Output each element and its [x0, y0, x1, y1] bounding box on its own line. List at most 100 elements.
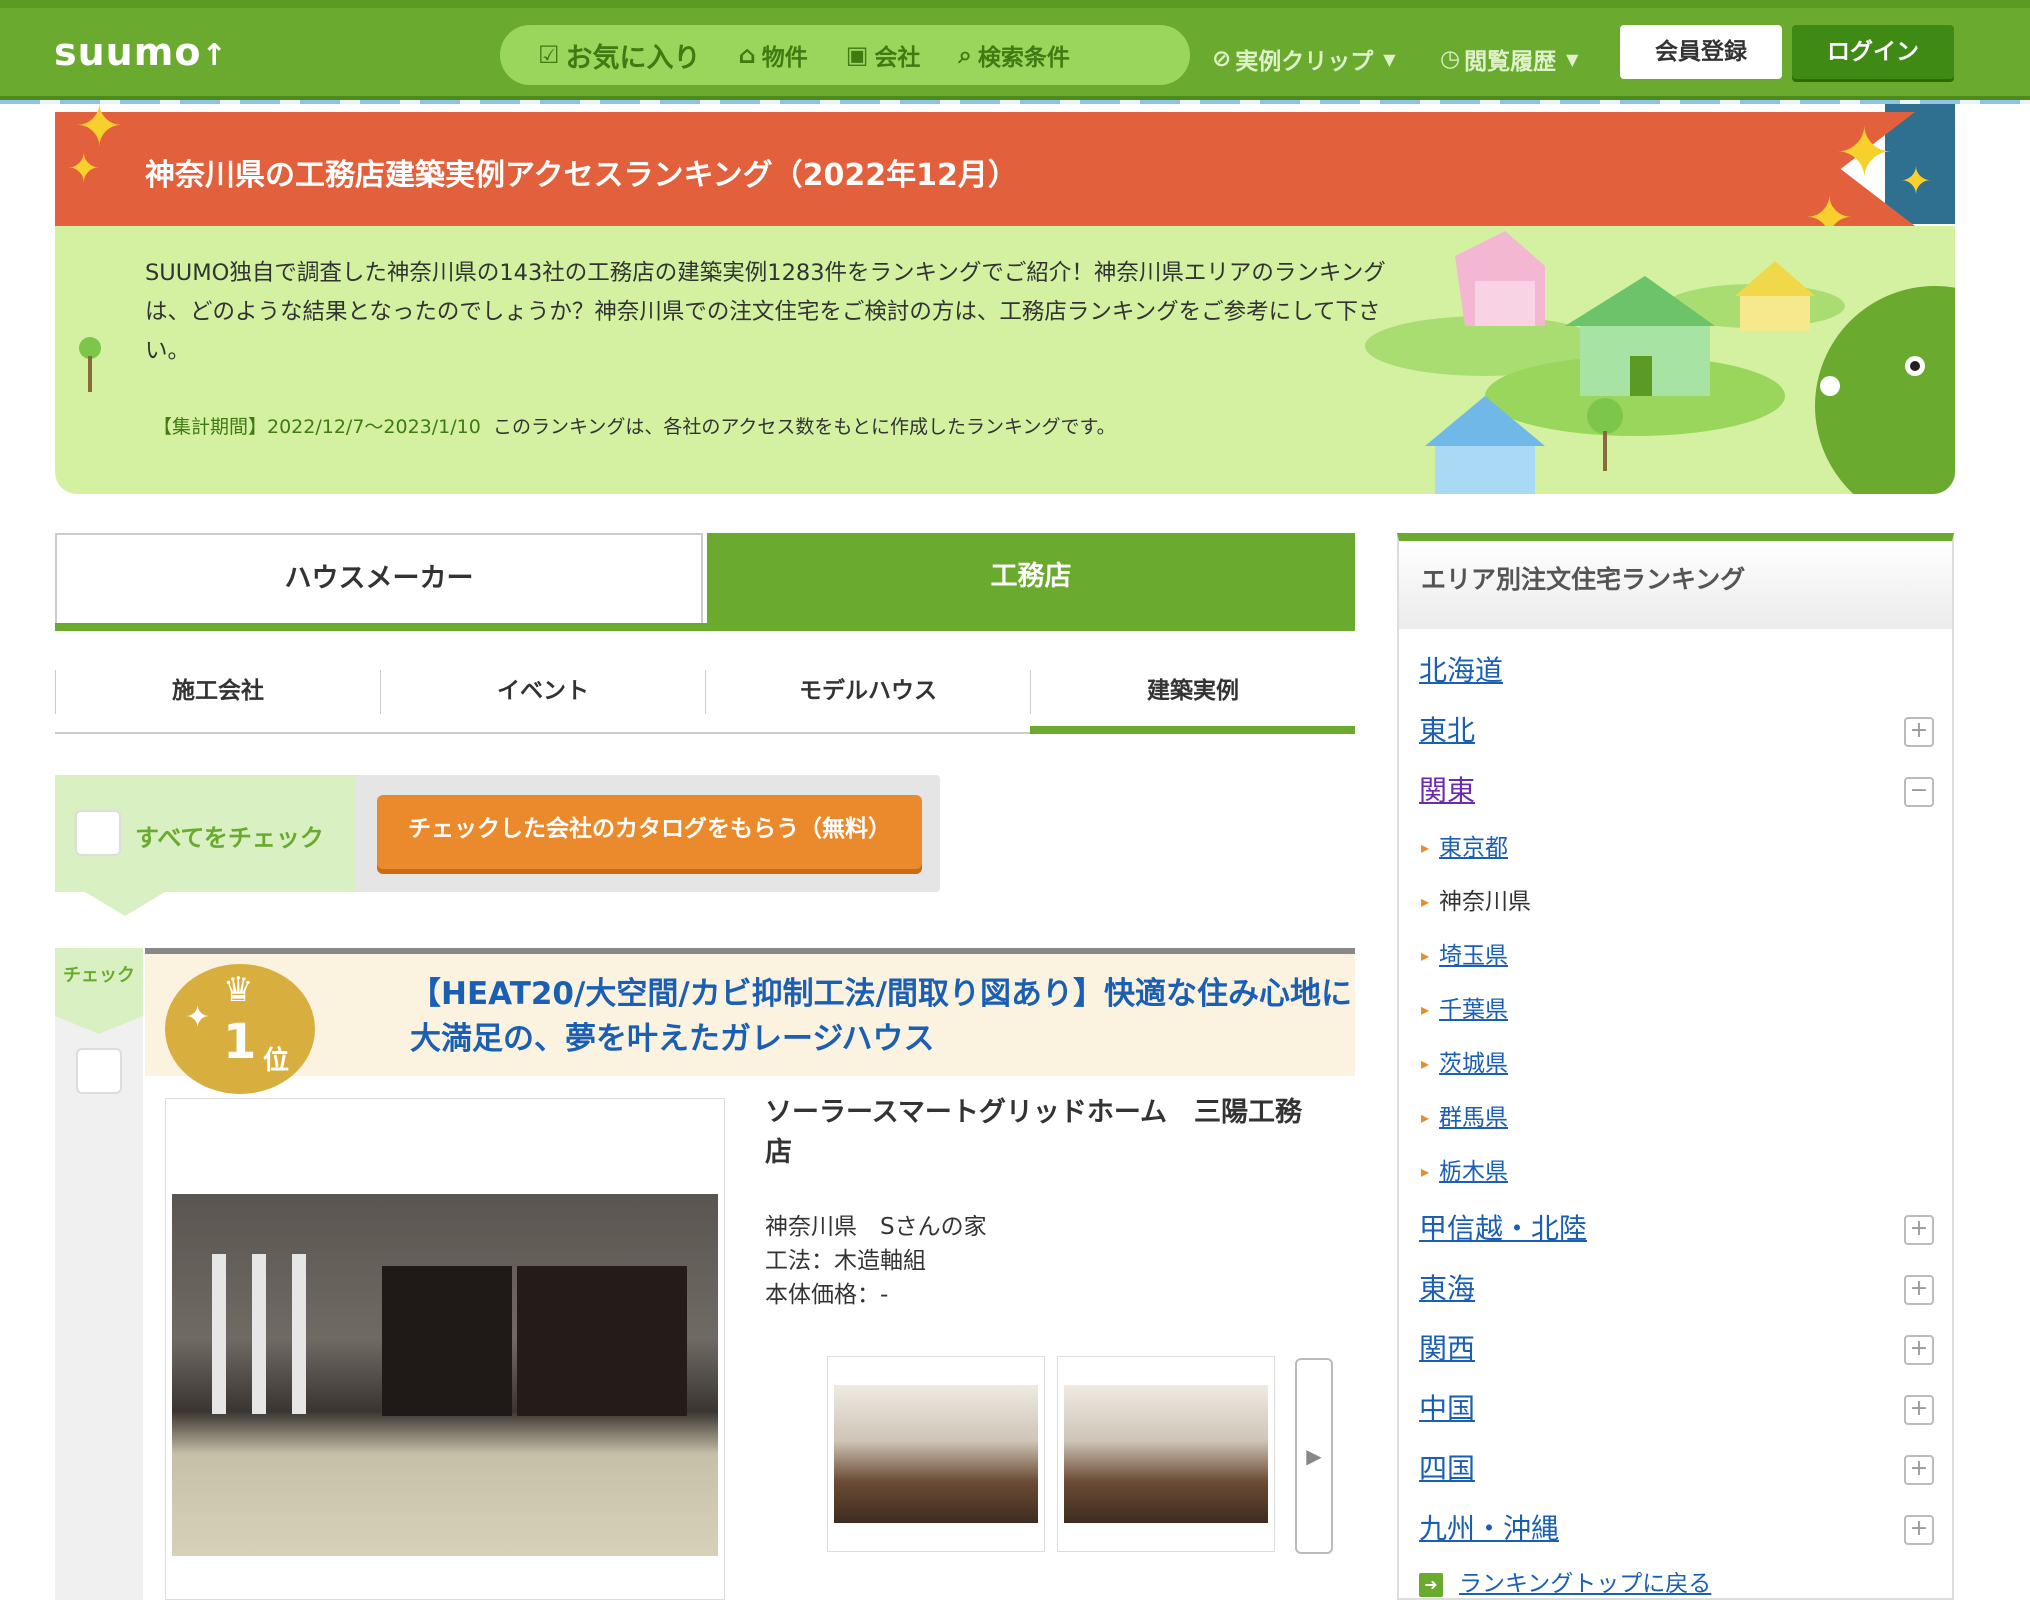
suumo-logo[interactable]: suumo↑: [54, 30, 228, 74]
briefcase-icon: ▣: [845, 41, 869, 69]
rank-suffix: 位: [263, 1046, 290, 1076]
nav-favorites[interactable]: ☑ お気に入り: [538, 36, 701, 75]
nav-search-conditions[interactable]: ⌕ 検索条件: [958, 38, 1069, 72]
example-method: 工法：木造軸組: [765, 1248, 926, 1274]
clip-icon: ⊘: [1212, 46, 1232, 72]
window-shape: [252, 1254, 266, 1414]
thumbnail-image: [1064, 1385, 1268, 1523]
expand-icon[interactable]: +: [1904, 1395, 1934, 1425]
collapse-icon[interactable]: −: [1904, 777, 1934, 807]
login-button[interactable]: ログイン: [1792, 25, 1954, 79]
nav-company[interactable]: ▣ 会社: [846, 38, 921, 72]
request-catalog-button[interactable]: チェックした会社のカタログをもらう（無料）: [377, 795, 922, 869]
tab-house-maker[interactable]: ハウスメーカー: [55, 533, 703, 627]
pref-link-saitama[interactable]: 埼玉県: [1399, 929, 1952, 983]
example-clip-menu[interactable]: ⊘ 実例クリップ ▼: [1212, 42, 1396, 76]
region-link-koshinetsu-hokuriku[interactable]: 甲信越・北陸 +: [1399, 1199, 1952, 1259]
chevron-down-icon: ▼: [1566, 49, 1579, 69]
sub-tabs: 施工会社 イベント モデルハウス 建築実例: [55, 668, 1355, 734]
example-location: 神奈川県 Sさんの家: [765, 1214, 987, 1240]
sparkle-icon: ✦: [1835, 112, 1894, 194]
pref-link-tokyo[interactable]: 東京都: [1399, 821, 1952, 875]
sparkle-icon: ✦: [185, 1000, 211, 1035]
history-menu[interactable]: ◷ 閲覧履歴 ▼: [1440, 42, 1578, 76]
region-link-kansai[interactable]: 関西 +: [1399, 1319, 1952, 1379]
expand-icon[interactable]: +: [1904, 1335, 1934, 1365]
region-link-hokkaido[interactable]: 北海道: [1399, 641, 1952, 701]
main-nav: ☑ お気に入り ⌂ 物件 ▣ 会社 ⌕ 検索条件: [500, 25, 1190, 85]
pref-current-kanagawa: 神奈川県: [1399, 875, 1952, 929]
house-icon: ⌂: [738, 41, 756, 69]
site-header: suumo↑ ☑ お気に入り ⌂ 物件 ▣ 会社 ⌕ 検索条件 ⊘ 実例クリップ ▼ ◷ 閲覧…: [0, 0, 2030, 100]
region-link-chugoku[interactable]: 中国 +: [1399, 1379, 1952, 1439]
category-tabs: ハウスメーカー 工務店: [55, 533, 1355, 631]
aggregation-period: 【集計期間】2022/12/7〜2023/1/10 このランキングは、各社のアク…: [153, 416, 1116, 438]
ranking-banner: 神奈川県の工務店建築実例アクセスランキング（2022年12月） ✦ ✦ ✦ ✦ …: [55, 92, 1955, 494]
subtab-active-indicator: [1030, 726, 1355, 734]
ranking-checkbox[interactable]: [76, 1048, 122, 1094]
region-link-tokai[interactable]: 東海 +: [1399, 1259, 1952, 1319]
page-title: 神奈川県の工務店建築実例アクセスランキング（2022年12月）: [145, 158, 1018, 193]
example-title-link[interactable]: 【HEAT20/大空間/カビ抑制工法/間取り図あり】快適な住み心地に大満足の、夢…: [410, 972, 1370, 1062]
check-all-toggle[interactable]: すべてをチェック: [55, 775, 355, 916]
thumbnail[interactable]: [827, 1356, 1045, 1552]
garage-shape: [382, 1266, 512, 1416]
region-link-shikoku[interactable]: 四国 +: [1399, 1439, 1952, 1499]
expand-icon[interactable]: +: [1904, 717, 1934, 747]
expand-icon[interactable]: +: [1904, 1275, 1934, 1305]
search-icon: ⌕: [958, 41, 972, 69]
pref-link-ibaraki[interactable]: 茨城県: [1399, 1037, 1952, 1091]
back-to-ranking-top-link[interactable]: ➜ ランキングトップに戻る: [1399, 1559, 1952, 1609]
main-photo-frame[interactable]: [165, 1098, 725, 1600]
tabs-underline: [55, 623, 1355, 631]
houses-illustration: [1365, 231, 1955, 494]
check-label: チェック: [55, 948, 143, 1034]
region-link-tohoku[interactable]: 東北 +: [1399, 701, 1952, 761]
region-list: 北海道 東北+ 関東− 東京都 神奈川県 埼玉県 千葉県 茨城県 群馬県 栃木県…: [1399, 641, 1952, 1609]
example-price: 本体価格：-: [765, 1282, 889, 1308]
logo-arrow-icon: ↑: [201, 38, 228, 73]
garage-shape: [517, 1266, 687, 1416]
rank-badge: ♛ ✦ 1 位: [165, 964, 315, 1094]
area-ranking-sidebar: エリア別注文住宅ランキング 北海道 東北+ 関東− 東京都 神奈川県 埼玉県 千…: [1397, 533, 1954, 1600]
chevron-right-icon: ▶: [1306, 1444, 1322, 1468]
thumbnail[interactable]: [1057, 1356, 1275, 1552]
subtab-model-house[interactable]: モデルハウス: [705, 670, 1030, 714]
ranking-item: チェック ♛ ✦ 1 位 【HEAT20/大空間/カビ抑制工法/間取り図あり】快…: [55, 948, 1355, 1600]
subtab-builders[interactable]: 施工会社: [55, 670, 380, 714]
banner-body: SUUMO独自で調査した神奈川県の143社の工務店の建築実例1283件をランキン…: [55, 226, 1955, 494]
tree-icon: [79, 337, 101, 392]
pref-link-chiba[interactable]: 千葉県: [1399, 983, 1952, 1037]
company-name-link[interactable]: ソーラースマートグリッドホーム 三陽工務店: [765, 1093, 1325, 1173]
rank-number: 1: [223, 1014, 257, 1070]
chevron-down-icon: ▼: [1383, 49, 1396, 69]
ranking-header: ♛ ✦ 1 位 【HEAT20/大空間/カビ抑制工法/間取り図あり】快適な住み心…: [145, 948, 1355, 1094]
expand-icon[interactable]: +: [1904, 1215, 1934, 1245]
window-shape: [212, 1254, 226, 1414]
subtab-events[interactable]: イベント: [380, 670, 705, 714]
register-button[interactable]: 会員登録: [1620, 25, 1782, 79]
thumbnail-next-button[interactable]: ▶: [1295, 1358, 1333, 1554]
subtab-building-examples[interactable]: 建築実例: [1030, 670, 1355, 714]
check-all-checkbox[interactable]: [75, 810, 121, 856]
arrow-right-icon: ➜: [1419, 1573, 1443, 1597]
window-shape: [292, 1254, 306, 1414]
banner-ribbon: 神奈川県の工務店建築実例アクセスランキング（2022年12月）: [55, 112, 1915, 226]
banner-description: SUUMO独自で調査した神奈川県の143社の工務店の建築実例1283件をランキン…: [145, 260, 1386, 364]
region-link-kyushu-okinawa[interactable]: 九州・沖縄 +: [1399, 1499, 1952, 1559]
example-meta: 神奈川県 Sさんの家 工法：木造軸組 本体価格：-: [765, 1210, 987, 1312]
tab-koumuten[interactable]: 工務店: [707, 533, 1355, 627]
clock-icon: ◷: [1440, 46, 1461, 72]
sparkle-icon: ✦: [1900, 159, 1932, 203]
expand-icon[interactable]: +: [1904, 1455, 1934, 1485]
pref-link-tochigi[interactable]: 栃木県: [1399, 1145, 1952, 1199]
pref-link-gunma[interactable]: 群馬県: [1399, 1091, 1952, 1145]
check-all-bar: すべてをチェック チェックした会社のカタログをもらう（無料）: [55, 775, 940, 916]
expand-icon[interactable]: +: [1904, 1515, 1934, 1545]
main-photo[interactable]: [172, 1194, 718, 1556]
checkbox-icon: ☑: [538, 41, 560, 69]
check-all-label: すべてをチェック: [135, 824, 324, 852]
crown-icon: ♛: [223, 970, 254, 1010]
region-link-kanto[interactable]: 関東 −: [1399, 761, 1952, 821]
nav-property[interactable]: ⌂ 物件: [739, 38, 808, 72]
